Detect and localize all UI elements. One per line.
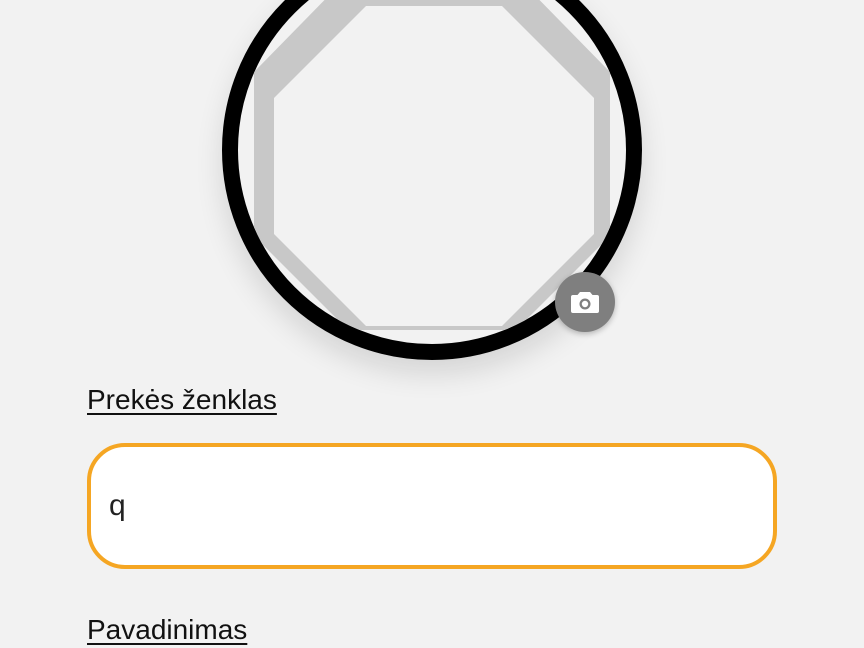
brand-input[interactable]	[87, 443, 777, 569]
brand-label: Prekės ženklas	[87, 384, 277, 415]
change-photo-button[interactable]	[555, 272, 615, 332]
camera-icon	[571, 292, 599, 313]
name-label: Pavadinimas	[87, 614, 248, 645]
